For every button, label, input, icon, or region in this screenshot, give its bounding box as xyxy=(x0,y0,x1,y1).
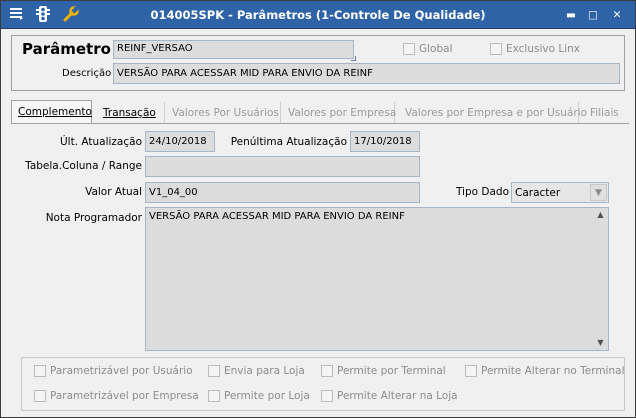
tipo-dado-select[interactable]: Caracter ▼ xyxy=(511,182,609,203)
global-checkbox[interactable]: Global xyxy=(403,43,453,55)
tab-filiais[interactable]: Filiais xyxy=(584,102,629,124)
ult-atualizacao-label: Últ. Atualização xyxy=(59,136,142,148)
nota-programador-text: VERSÃO PARA ACESSAR MID PARA ENVIO DA RE… xyxy=(149,211,405,222)
envia-loja-label: Envia para Loja xyxy=(224,365,305,377)
checkbox-box xyxy=(321,390,333,402)
permite-loja-checkbox[interactable]: Permite por Loja xyxy=(208,390,310,402)
description-field[interactable]: VERSÃO PARA ACESSAR MID PARA ENVIO DA RE… xyxy=(113,63,620,84)
vertical-scrollbar[interactable]: ▲ ▼ xyxy=(593,208,608,350)
checkbox-box xyxy=(34,365,46,377)
permite-terminal-checkbox[interactable]: Permite por Terminal xyxy=(321,365,446,377)
parameter-panel: Parâmetro REINF_VERSAO Global Exclusivo … xyxy=(11,35,625,91)
checkbox-box xyxy=(208,365,220,377)
tab-valores-por-empresa[interactable]: Valores por Empresa xyxy=(282,102,396,124)
checkbox-box xyxy=(490,43,502,55)
tipo-dado-label: Tipo Dado xyxy=(455,186,509,198)
valor-atual-field[interactable]: V1_04_00 xyxy=(145,182,420,203)
tab-label: Complemento xyxy=(18,106,92,118)
permite-alterar-loja-label: Permite Alterar na Loja xyxy=(337,390,458,402)
envia-loja-checkbox[interactable]: Envia para Loja xyxy=(208,365,305,377)
maximize-button[interactable]: □ xyxy=(583,6,603,24)
scroll-down-icon[interactable]: ▼ xyxy=(593,336,608,350)
window-title: 014005SPK - Parâmetros (1-Controle De Qu… xyxy=(150,8,486,22)
checkbox-box xyxy=(403,43,415,55)
checkbox-box xyxy=(208,390,220,402)
title-bar: 014005SPK - Parâmetros (1-Controle De Qu… xyxy=(1,1,635,29)
close-button[interactable]: ✕ xyxy=(607,6,627,24)
chevron-down-icon[interactable]: ▼ xyxy=(590,184,607,201)
tab-complemento[interactable]: Complemento xyxy=(11,100,92,124)
parametrizavel-empresa-checkbox[interactable]: Parametrizável por Empresa xyxy=(34,390,199,402)
menu-icon[interactable] xyxy=(7,6,25,24)
checkbox-box xyxy=(321,365,333,377)
global-label: Global xyxy=(419,43,453,55)
checkbox-box xyxy=(465,365,477,377)
tab-valores-por-usuarios[interactable]: Valores Por Usuários xyxy=(166,102,281,124)
minimize-button[interactable]: ▬ xyxy=(561,6,581,24)
ult-atualizacao-field[interactable]: 24/10/2018 xyxy=(145,131,215,152)
nota-programador-memo[interactable]: VERSÃO PARA ACESSAR MID PARA ENVIO DA RE… xyxy=(145,207,609,351)
tab-valores-por-empresa-e-usuario[interactable]: Valores por Empresa e por Usuário xyxy=(399,102,587,124)
exclusivo-linx-checkbox[interactable]: Exclusivo Linx xyxy=(490,43,580,55)
parameter-title: Parâmetro xyxy=(22,40,111,58)
traffic-light-icon[interactable] xyxy=(34,6,52,24)
tabela-coluna-range-field[interactable] xyxy=(145,156,420,177)
penultima-atualizacao-field[interactable]: 17/10/2018 xyxy=(350,131,420,152)
tab-bar: Complemento Transação Valores Por Usuári… xyxy=(11,100,629,124)
permite-terminal-label: Permite por Terminal xyxy=(337,365,446,377)
parameter-name-value: REINF_VERSAO xyxy=(117,43,193,54)
scroll-up-icon[interactable]: ▲ xyxy=(593,208,608,222)
permite-loja-label: Permite por Loja xyxy=(224,390,310,402)
permite-alterar-terminal-checkbox[interactable]: Permite Alterar no Terminal xyxy=(465,365,624,377)
description-label: Descrição xyxy=(62,68,112,79)
penultima-atualizacao-label: Penúltima Atualização xyxy=(230,136,347,148)
permite-alterar-loja-checkbox[interactable]: Permite Alterar na Loja xyxy=(321,390,458,402)
parametrizavel-usuario-label: Parametrizável por Usuário xyxy=(50,365,193,377)
valor-atual-label: Valor Atual xyxy=(85,186,142,198)
tab-transacao[interactable]: Transação xyxy=(97,102,165,124)
wrench-icon[interactable] xyxy=(62,6,80,24)
permite-alterar-terminal-label: Permite Alterar no Terminal xyxy=(481,365,625,377)
parameters-window: 014005SPK - Parâmetros (1-Controle De Qu… xyxy=(0,0,636,418)
resize-corner-icon xyxy=(351,56,356,61)
exclusivo-linx-label: Exclusivo Linx xyxy=(506,43,581,55)
tipo-dado-value: Caracter xyxy=(515,187,561,199)
parametrizavel-usuario-checkbox[interactable]: Parametrizável por Usuário xyxy=(34,365,193,377)
tabela-coluna-range-label: Tabela.Coluna / Range xyxy=(25,160,142,172)
parameter-name-field[interactable]: REINF_VERSAO xyxy=(113,40,356,61)
tab-label: Transação xyxy=(103,107,156,119)
nota-programador-label: Nota Programador xyxy=(45,212,142,224)
checkbox-box xyxy=(34,390,46,402)
parametrizavel-empresa-label: Parametrizável por Empresa xyxy=(50,390,199,402)
